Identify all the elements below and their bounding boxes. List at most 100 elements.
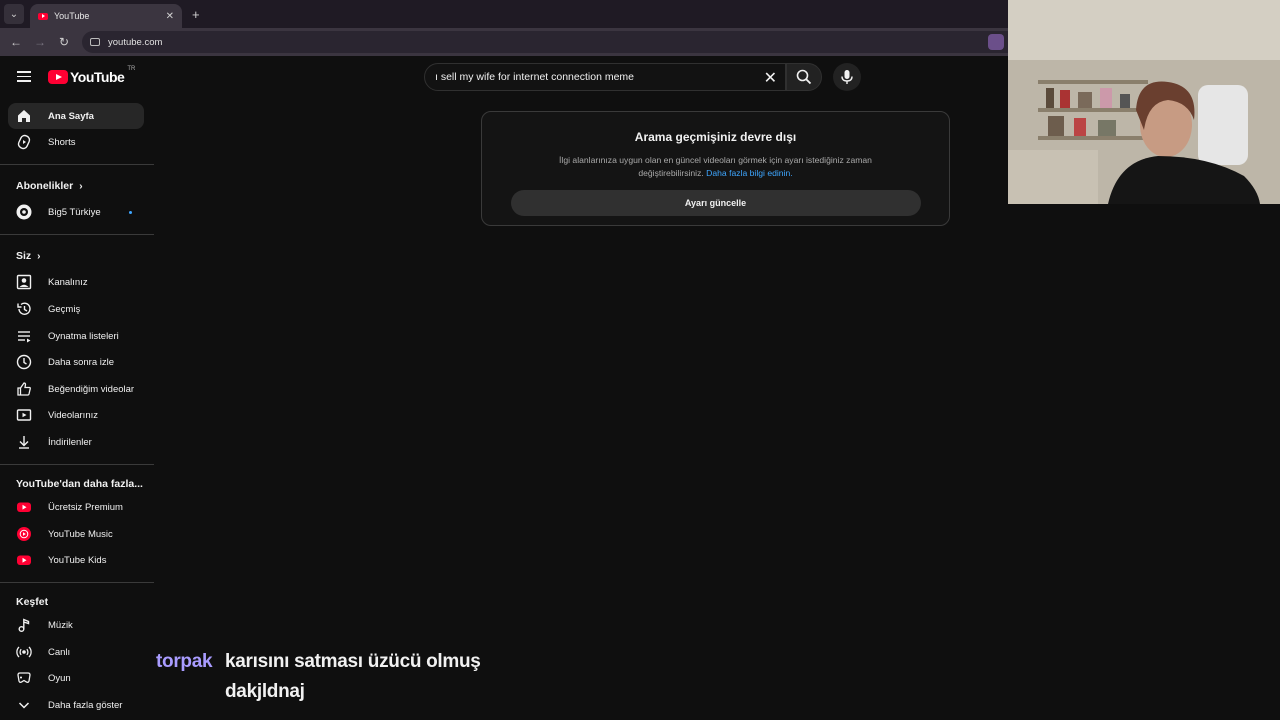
playlist-icon <box>16 328 32 344</box>
sidebar-item-live[interactable]: Canlı <box>8 639 144 665</box>
subscriptions-heading-label: Abonelikler <box>16 180 74 192</box>
reload-icon[interactable]: ↻ <box>52 35 76 49</box>
sidebar-divider <box>0 464 154 465</box>
sidebar-item-label: Big5 Türkiye <box>48 206 101 218</box>
youtube-music-icon <box>16 526 32 542</box>
address-bar[interactable]: youtube.com <box>82 31 1082 53</box>
sidebar-item-shorts[interactable]: Shorts <box>8 129 144 155</box>
search-input[interactable]: ı sell my wife for internet connection m… <box>424 63 786 91</box>
card-title: Arama geçmişiniz devre dışı <box>634 130 797 144</box>
sidebar-item-label: Ücretsiz Premium <box>48 501 123 513</box>
card-body: İlgi alanlarınıza uygun olan en güncel v… <box>541 154 891 180</box>
sidebar-item-label: Geçmiş <box>48 303 81 315</box>
sidebar-divider <box>0 582 154 583</box>
sidebar-item-label: İndirilenler <box>48 436 92 448</box>
sidebar-item-label: Canlı <box>48 646 71 658</box>
sidebar: Ana Sayfa Shorts Abonelikler › Big5 Türki… <box>0 98 154 720</box>
update-setting-button[interactable]: Ayarı güncelle <box>510 190 921 216</box>
sidebar-item-big5-turkiye[interactable]: Big5 Türkiye <box>8 199 144 225</box>
chat-message-line: dakjldnaj <box>225 681 305 702</box>
sidebar-item-playlists[interactable]: Oynatma listeleri <box>8 323 144 349</box>
chevron-right-icon: › <box>37 251 41 262</box>
logo-text: YouTube <box>70 69 125 85</box>
clear-search-icon[interactable]: ✕ <box>764 68 777 88</box>
tab-title: YouTube <box>54 11 90 21</box>
country-code: TR <box>127 66 136 72</box>
sidebar-item-label: Oyun <box>48 672 71 684</box>
you-heading-label: Siz <box>16 250 32 262</box>
sidebar-item-youtube-kids[interactable]: YouTube Kids <box>8 547 144 573</box>
chat-message-line: karısını satması üzücü olmuş <box>225 651 481 672</box>
site-info-icon[interactable] <box>90 38 100 46</box>
sidebar-item-label: Ana Sayfa <box>48 110 94 122</box>
sidebar-item-your-videos[interactable]: Videolarınız <box>8 402 144 428</box>
sidebar-item-show-more[interactable]: Daha fazla göster <box>8 692 144 718</box>
youtube-premium-icon <box>16 499 32 515</box>
gaming-icon <box>16 670 32 686</box>
screen: ⌄ YouTube ✕ + ← → ↻ youtube.com YouTube … <box>0 0 1280 720</box>
youtube-favicon-icon <box>38 12 48 20</box>
sidebar-item-label: Oynatma listeleri <box>48 330 119 342</box>
clock-icon <box>16 354 32 370</box>
sidebar-item-watch-later[interactable]: Daha sonra izle <box>8 349 144 375</box>
menu-icon[interactable] <box>17 71 31 82</box>
chevron-right-icon: › <box>79 181 83 192</box>
tab-close-icon[interactable]: ✕ <box>166 11 174 22</box>
tab-list-button[interactable]: ⌄ <box>4 4 24 24</box>
chat-username: torpak <box>156 651 213 672</box>
video-icon <box>16 407 32 423</box>
sidebar-item-label: YouTube Music <box>48 528 113 540</box>
sidebar-item-label: Videolarınız <box>48 409 98 421</box>
search-history-disabled-card: Arama geçmişiniz devre dışı İlgi alanlar… <box>481 111 950 226</box>
thumbs-up-icon <box>16 381 32 397</box>
sidebar-item-history[interactable]: Geçmiş <box>8 296 144 322</box>
shorts-icon <box>16 134 32 150</box>
more-from-youtube-heading: YouTube'dan daha fazla... <box>16 478 143 490</box>
history-icon <box>16 301 32 317</box>
you-heading[interactable]: Siz › <box>16 250 41 262</box>
learn-more-link[interactable]: Daha fazla bilgi edinin. <box>706 168 792 178</box>
forward-icon[interactable]: → <box>28 35 52 49</box>
new-tab-button[interactable]: + <box>192 7 200 22</box>
youtube-logo[interactable]: YouTube TR <box>48 66 136 85</box>
music-note-icon <box>16 617 32 633</box>
sidebar-item-music[interactable]: Müzik <box>8 612 144 638</box>
sidebar-item-label: YouTube Kids <box>48 554 107 566</box>
url-text: youtube.com <box>108 36 163 48</box>
sidebar-item-free-premium[interactable]: Ücretsiz Premium <box>8 494 144 520</box>
search-button[interactable] <box>786 63 822 91</box>
chevron-down-icon <box>16 697 32 713</box>
back-icon[interactable]: ← <box>4 35 28 49</box>
sidebar-item-liked-videos[interactable]: Beğendiğim videolar <box>8 376 144 402</box>
webcam-feed-image <box>1008 0 1280 204</box>
sidebar-item-label: Kanalınız <box>48 276 88 288</box>
sidebar-item-label: Beğendiğim videolar <box>48 383 135 395</box>
youtube-kids-icon <box>16 552 32 568</box>
sidebar-item-gaming[interactable]: Oyun <box>8 665 144 691</box>
sidebar-item-your-channel[interactable]: Kanalınız <box>8 269 144 295</box>
explore-heading: Keşfet <box>16 596 49 608</box>
search-query: ı sell my wife for internet connection m… <box>435 71 634 83</box>
live-icon <box>16 644 32 660</box>
lens-icon[interactable] <box>988 34 1004 50</box>
sidebar-item-downloads[interactable]: İndirilenler <box>8 429 144 455</box>
search-icon <box>796 69 812 85</box>
sidebar-divider <box>0 164 154 165</box>
home-icon <box>16 108 32 124</box>
download-icon <box>16 434 32 450</box>
sidebar-item-home[interactable]: Ana Sayfa <box>8 103 144 129</box>
subscriptions-heading[interactable]: Abonelikler › <box>16 180 83 192</box>
sidebar-item-label: Daha sonra izle <box>48 356 115 368</box>
sidebar-item-label: Daha fazla göster <box>48 699 123 711</box>
webcam-overlay <box>1008 0 1280 204</box>
voice-search-button[interactable] <box>833 63 861 91</box>
sidebar-item-label: Müzik <box>48 619 73 631</box>
channel-avatar <box>16 204 32 220</box>
account-box-icon <box>16 274 32 290</box>
sidebar-item-label: Shorts <box>48 136 76 148</box>
new-content-dot <box>129 211 132 214</box>
microphone-icon <box>841 70 853 84</box>
youtube-play-icon <box>48 70 68 84</box>
browser-tab[interactable]: YouTube ✕ <box>30 4 182 28</box>
sidebar-item-youtube-music[interactable]: YouTube Music <box>8 521 144 547</box>
